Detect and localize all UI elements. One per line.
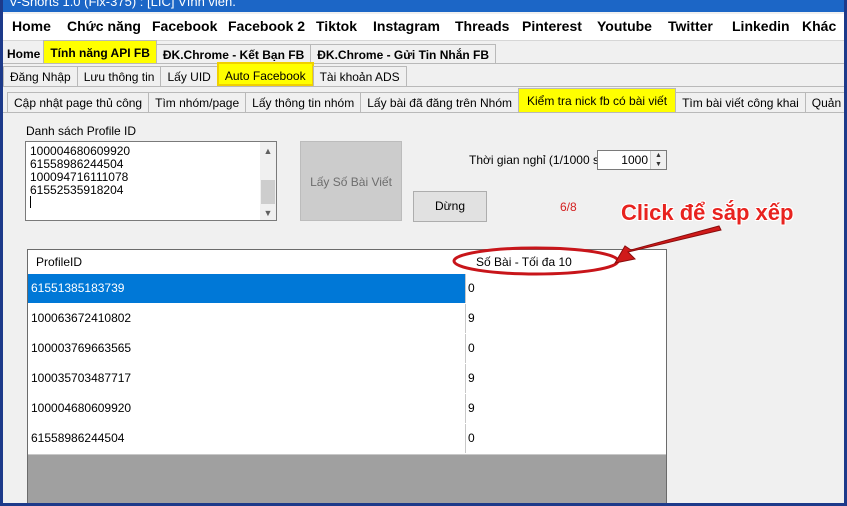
cell-profile-id[interactable]: 100003769663565 <box>28 334 466 363</box>
results-grid[interactable]: ProfileID Số Bài - Tối đa 10 61551385183… <box>27 249 667 503</box>
tab-dang-nhap[interactable]: Đăng Nhập <box>3 66 78 86</box>
stepper-down-icon[interactable]: ▼ <box>651 160 666 169</box>
table-row[interactable]: 61558986244504 0 <box>28 424 666 455</box>
table-row[interactable]: 100004680609920 9 <box>28 394 666 425</box>
cell-post-count[interactable]: 0 <box>468 424 475 453</box>
progress-counter: 6/8 <box>560 200 577 214</box>
tab-tai-khoan-ads[interactable]: Tài khoản ADS <box>312 66 407 86</box>
table-row[interactable]: 100063672410802 9 <box>28 304 666 335</box>
title-bar: V-Shorts 1.0 (Fix-375) : [LIC] Vĩnh viễn… <box>3 0 844 12</box>
profile-line: 100004680609920 <box>30 144 131 158</box>
tab-cap-nhat-page[interactable]: Cập nhật page thủ công <box>7 92 150 112</box>
tabs-level3-divider <box>3 112 844 113</box>
menu-chuc-nang[interactable]: Chức năng <box>67 18 141 34</box>
profile-line: 61558986244504 <box>30 157 124 171</box>
menu-linkedin[interactable]: Linkedin <box>732 18 790 34</box>
cell-post-count[interactable]: 9 <box>468 394 475 423</box>
menu-khac[interactable]: Khác <box>802 18 836 34</box>
menu-facebook[interactable]: Facebook <box>152 18 217 34</box>
tab-quan-ly-nhom[interactable]: Quản Lý Nhóm <box>804 92 844 112</box>
cell-profile-id[interactable]: 100004680609920 <box>28 394 466 423</box>
tabs-level3: Cập nhật page thủ công Tìm nhóm/page Lấy… <box>3 88 844 112</box>
stepper-buttons[interactable]: ▲ ▼ <box>650 151 666 169</box>
tab-api-fb[interactable]: Tính năng API FB <box>43 40 157 64</box>
tabs-level1-divider <box>3 63 844 64</box>
profile-line: 100094716111078 <box>30 170 129 184</box>
tab-luu-thong-tin[interactable]: Lưu thông tin <box>76 66 162 86</box>
main-menu-bar: Home Chức năng Facebook Facebook 2 Tikto… <box>3 14 844 41</box>
get-post-count-button[interactable]: Lấy Số Bài Viết <box>300 141 402 221</box>
cell-profile-id[interactable]: 100063672410802 <box>28 304 466 333</box>
header-post-count[interactable]: Số Bài - Tối đa 10 <box>476 255 572 269</box>
wait-time-stepper[interactable]: 1000 ▲ ▼ <box>597 150 667 170</box>
tabs-level2-divider <box>3 86 844 87</box>
menu-home[interactable]: Home <box>12 18 51 34</box>
scroll-down-icon[interactable]: ▼ <box>260 206 276 220</box>
tab-home[interactable]: Home <box>3 44 44 64</box>
textarea-scrollbar[interactable]: ▲ ▼ <box>260 142 276 220</box>
menu-instagram[interactable]: Instagram <box>373 18 440 34</box>
profile-line: 61552535918204 <box>30 183 124 197</box>
profile-list-textarea[interactable]: 100004680609920 61558986244504 100094716… <box>25 141 277 221</box>
tab-auto-facebook[interactable]: Auto Facebook <box>216 62 314 86</box>
menu-facebook-2[interactable]: Facebook 2 <box>228 18 305 34</box>
menu-tiktok[interactable]: Tiktok <box>316 18 357 34</box>
tab-tim-nhom-page[interactable]: Tìm nhóm/page <box>148 92 247 112</box>
profile-list-label: Danh sách Profile ID <box>26 124 137 138</box>
tab-lay-thong-tin-nhom[interactable]: Lấy thông tin nhóm <box>245 92 362 112</box>
table-row[interactable]: 100003769663565 0 <box>28 334 666 365</box>
tabs-level2: Đăng Nhập Lưu thông tin Lấy UID Auto Fac… <box>3 62 407 86</box>
menu-pinterest[interactable]: Pinterest <box>522 18 582 34</box>
tab-tim-bai-viet-cong-khai[interactable]: Tìm bài viết công khai <box>675 92 806 112</box>
annotation-text: Click để sắp xếp <box>621 200 794 225</box>
cell-profile-id[interactable]: 61558986244504 <box>28 424 466 453</box>
header-profile-id[interactable]: ProfileID <box>36 255 82 269</box>
cell-post-count[interactable]: 9 <box>468 364 475 393</box>
app-window: V-Shorts 1.0 (Fix-375) : [LIC] Vĩnh viễn… <box>0 0 847 506</box>
cell-post-count[interactable]: 0 <box>468 274 475 303</box>
tab-chrome-gui-tin[interactable]: ĐK.Chrome - Gửi Tin Nhắn FB <box>310 44 497 64</box>
table-row[interactable]: 100035703487717 9 <box>28 364 666 395</box>
menu-threads[interactable]: Threads <box>455 18 509 34</box>
cell-profile-id[interactable]: 61551385183739 <box>28 274 466 303</box>
scroll-thumb[interactable] <box>261 180 275 204</box>
cell-post-count[interactable]: 9 <box>468 304 475 333</box>
tab-kiem-tra-nick[interactable]: Kiểm tra nick fb có bài viết <box>518 88 677 112</box>
menu-twitter[interactable]: Twitter <box>668 18 713 34</box>
wait-time-value: 1000 <box>621 153 648 167</box>
tab-chrome-ket-ban[interactable]: ĐK.Chrome - Kết Bạn FB <box>155 44 312 64</box>
scroll-up-icon[interactable]: ▲ <box>260 144 276 158</box>
tab-lay-uid[interactable]: Lấy UID <box>160 66 218 86</box>
tab-lay-bai-da-dang[interactable]: Lấy bài đã đăng trên Nhóm <box>360 92 519 112</box>
stepper-up-icon[interactable]: ▲ <box>651 151 666 160</box>
grid-header: ProfileID Số Bài - Tối đa 10 <box>28 250 666 275</box>
table-row[interactable]: 61551385183739 0 <box>28 274 666 305</box>
tabs-level1: Home Tính năng API FB ĐK.Chrome - Kết Bạ… <box>3 40 497 64</box>
cell-post-count[interactable]: 0 <box>468 334 475 363</box>
wait-time-label: Thời gian nghỉ (1/1000 s) <box>469 153 603 167</box>
cell-profile-id[interactable]: 100035703487717 <box>28 364 466 393</box>
window-title: V-Shorts 1.0 (Fix-375) : [LIC] Vĩnh viễn… <box>9 0 236 9</box>
stop-button[interactable]: Dừng <box>413 191 487 222</box>
text-caret <box>30 196 31 208</box>
menu-youtube[interactable]: Youtube <box>597 18 652 34</box>
